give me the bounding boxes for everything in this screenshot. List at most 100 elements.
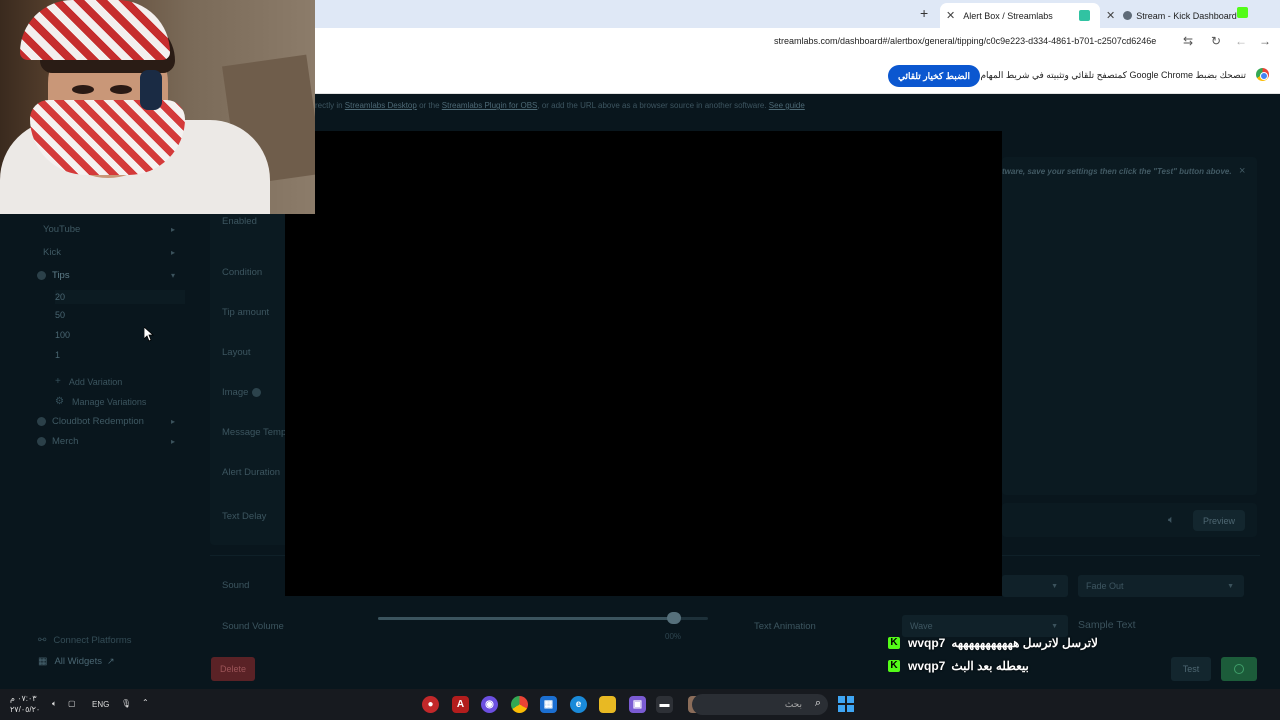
headset xyxy=(140,70,162,110)
text-animation-select[interactable]: Wave ▼ xyxy=(902,615,1068,637)
close-icon[interactable]: × xyxy=(1239,165,1245,177)
sidebar-item-cloudbot[interactable]: Cloudbot Redemption xyxy=(37,416,144,427)
new-tab-button[interactable]: + xyxy=(920,5,928,21)
connect-platforms-link[interactable]: ⚯ Connect Platforms xyxy=(38,635,132,646)
save-button[interactable] xyxy=(1221,657,1257,681)
test-button[interactable]: Test xyxy=(1171,657,1211,681)
chevron-right-icon: ▸ xyxy=(171,417,176,426)
close-tab-icon[interactable]: ✕ xyxy=(1106,9,1115,22)
all-widgets-label: All Widgets xyxy=(54,656,102,667)
sound-volume-handle[interactable] xyxy=(667,612,681,624)
sidebar-item-label: Tips xyxy=(52,270,70,281)
app-icon[interactable]: A xyxy=(452,696,469,713)
chevron-right-icon: ▸ xyxy=(171,248,176,257)
tab-title: Alert Box / Streamlabs xyxy=(963,10,1053,21)
obs-plugin-link[interactable]: Streamlabs Plugin for OBS xyxy=(442,101,538,110)
sidebar-item-merch[interactable]: Merch xyxy=(37,436,78,447)
taskbar: ٠٧:٠٣ م ٢٧/٠٥/٢٠ 🔈︎ ▢ ENG 🎙︎ ⌃ ● A ◉ ▦ e… xyxy=(0,689,1280,720)
tab-search-icon[interactable]: ⇆ xyxy=(1183,34,1193,48)
network-icon[interactable]: ▢ xyxy=(68,699,76,708)
volume-icon[interactable]: 🔈︎ xyxy=(52,699,57,709)
tip-amount-label: Tip amount xyxy=(222,307,270,318)
sidebar-item-tips[interactable]: Tips xyxy=(37,270,70,281)
set-default-button[interactable]: الضبط كخيار تلقائي xyxy=(888,65,980,87)
sound-volume-slider[interactable] xyxy=(378,617,708,620)
chrome-logo-icon xyxy=(1256,68,1269,81)
text-delay-label: Text Delay xyxy=(222,511,267,522)
notice-text: rectly in xyxy=(315,101,343,110)
globe-icon xyxy=(1123,11,1133,20)
tab-alert-box[interactable]: ✕ Alert Box / Streamlabs xyxy=(940,3,1100,28)
store-icon[interactable]: ▦ xyxy=(540,696,557,713)
add-variation-label: Add Variation xyxy=(68,376,123,387)
language-indicator[interactable]: ENG xyxy=(92,700,109,709)
connect-platforms-label: Connect Platforms xyxy=(53,635,132,646)
app-icon[interactable]: ● xyxy=(422,696,439,713)
all-widgets-link[interactable]: ▦ All Widgets ↗ xyxy=(38,656,115,667)
chat-text: لاترسل لاترسل هههههههههههه xyxy=(951,636,1098,650)
clock-date[interactable]: ٢٧/٠٥/٢٠ xyxy=(10,705,40,714)
file-explorer-icon[interactable] xyxy=(599,696,616,713)
sidebar-item-label: YouTube xyxy=(43,224,81,235)
sound-volume-label: Sound Volume xyxy=(222,621,284,632)
sidebar-item-kick[interactable]: Kick xyxy=(43,247,61,258)
url-field[interactable]: streamlabs.com/dashboard#/alertbox/gener… xyxy=(774,36,1156,46)
plus-icon: + xyxy=(55,376,61,387)
reload-icon[interactable]: ↻ xyxy=(1211,34,1221,48)
infobar-message: تنصحك بضبط Google Chrome كمتصفح تلقائي و… xyxy=(980,70,1246,80)
chevron-up-icon[interactable]: ⌃ xyxy=(142,698,149,707)
search-placeholder: بحث xyxy=(784,699,802,709)
chrome-taskbar-icon[interactable] xyxy=(511,696,528,713)
sidebar-item-label: Kick xyxy=(43,247,61,258)
sound-label: Sound xyxy=(222,580,250,591)
windows-start-icon[interactable] xyxy=(838,696,854,712)
see-guide-link[interactable]: See guide xyxy=(769,101,805,110)
clock-time[interactable]: ٠٧:٠٣ م xyxy=(10,694,37,703)
speaker-icon[interactable]: 🔈︎ xyxy=(1168,514,1175,527)
widget-notice: rectly in Streamlabs Desktop or the Stre… xyxy=(315,101,805,110)
tab-kick-dashboard[interactable]: ✕ Stream - Kick Dashboard xyxy=(1100,3,1260,28)
sidebar-item-label: Merch xyxy=(52,436,79,447)
chevron-down-icon: ▼ xyxy=(1227,582,1234,590)
kick-icon: K xyxy=(888,637,900,649)
chevron-down-icon: ▼ xyxy=(1051,622,1058,630)
cloudbot-icon xyxy=(37,417,46,426)
image-label: Image xyxy=(222,387,262,398)
forward-icon[interactable]: ← xyxy=(1235,34,1247,48)
variation-item[interactable]: 50 xyxy=(55,310,65,320)
chat-username: wvqp7 xyxy=(908,659,946,673)
add-variation-button[interactable]: + Add Variation xyxy=(55,376,122,387)
variation-item[interactable]: 1 xyxy=(55,350,60,360)
chevron-right-icon: ▸ xyxy=(171,225,176,234)
tab-title: Stream - Kick Dashboard xyxy=(1136,10,1237,21)
preview-area xyxy=(1002,157,1257,495)
sound-select[interactable]: ▼ xyxy=(1002,575,1068,597)
webcam-overlay xyxy=(0,0,315,214)
app-icon[interactable]: ▣ xyxy=(629,696,646,713)
streamlabs-favicon-icon xyxy=(1079,10,1090,21)
back-icon[interactable]: → xyxy=(1259,34,1271,48)
variation-item[interactable]: 100 xyxy=(55,330,70,340)
chat-text: بيعطله بعد البث xyxy=(951,659,1029,673)
taskbar-search[interactable]: بحث ⌕ xyxy=(692,694,828,715)
sample-text: Sample Text xyxy=(1078,619,1136,631)
manage-variations-button[interactable]: ⚙ Manage Variations xyxy=(55,396,146,407)
edge-icon[interactable]: e xyxy=(570,696,587,713)
discord-icon[interactable]: ◉ xyxy=(481,696,498,713)
fade-out-select[interactable]: Fade Out ▼ xyxy=(1078,575,1244,597)
streamlabs-desktop-link[interactable]: Streamlabs Desktop xyxy=(345,101,417,110)
close-tab-icon[interactable]: ✕ xyxy=(946,9,955,22)
webcam-headwear xyxy=(20,0,170,60)
info-icon[interactable] xyxy=(252,387,262,397)
delete-button[interactable]: Delete xyxy=(211,657,255,681)
preview-button[interactable]: Preview xyxy=(1193,510,1245,531)
microphone-icon[interactable]: 🎙︎ xyxy=(121,699,131,708)
notice-text: or the xyxy=(419,101,440,110)
chevron-down-icon: ▼ xyxy=(1051,582,1058,590)
webcam-eye xyxy=(72,85,94,94)
sidebar-item-youtube[interactable]: YouTube xyxy=(43,224,80,235)
kick-icon: K xyxy=(888,660,900,672)
app-icon[interactable]: ▬ xyxy=(656,696,673,713)
variation-item[interactable]: 20 xyxy=(55,290,185,304)
link-icon: ⚯ xyxy=(38,635,47,646)
